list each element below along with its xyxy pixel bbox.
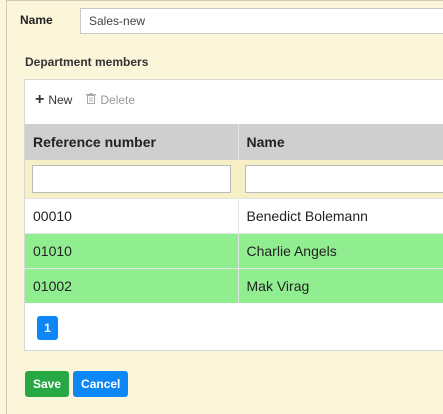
new-label: New <box>48 93 73 107</box>
name-filter-input[interactable] <box>245 165 443 193</box>
header-row: Reference number Name <box>25 124 443 160</box>
form-actions: Save Cancel <box>25 371 132 397</box>
reference-cell: 01002 <box>25 268 239 303</box>
column-header-name[interactable]: Name <box>238 124 443 160</box>
table-row[interactable]: 01002 Mak Virag <box>25 268 443 303</box>
name-cell: Charlie Angels <box>238 233 443 269</box>
delete-label: Delete <box>100 93 136 107</box>
delete-button[interactable]: Delete <box>86 93 135 107</box>
table-row[interactable]: 00010 Benedict Bolemann <box>25 198 443 234</box>
name-row: Name <box>20 8 443 34</box>
name-label: Name <box>20 13 53 27</box>
table-row[interactable]: 01010 Charlie Angels <box>25 233 443 269</box>
reference-cell: 01010 <box>25 233 239 269</box>
trash-icon <box>86 93 97 107</box>
filter-cell <box>25 160 238 199</box>
filter-cell <box>238 160 443 199</box>
save-button[interactable]: Save <box>25 371 70 397</box>
grid-toolbar: + New Delete <box>35 91 149 108</box>
form-panel: Name Department members + New <box>6 0 443 414</box>
members-grid: + New Delete Reference number Name 00010… <box>24 79 443 351</box>
filter-row <box>25 160 443 199</box>
name-cell: Mak Virag <box>238 268 443 303</box>
name-input[interactable] <box>80 8 443 34</box>
name-cell: Benedict Bolemann <box>238 198 443 234</box>
section-label: Department members <box>25 55 149 69</box>
members-table: Reference number Name 00010 Benedict Bol… <box>25 124 443 303</box>
reference-cell: 00010 <box>25 198 239 234</box>
reference-filter-input[interactable] <box>32 165 231 193</box>
plus-icon: + <box>35 91 45 108</box>
page-button-1[interactable]: 1 <box>37 316 58 340</box>
column-header-reference[interactable]: Reference number <box>25 124 239 160</box>
pager: 1 <box>37 316 58 340</box>
new-button[interactable]: + New <box>35 91 73 108</box>
cancel-button[interactable]: Cancel <box>73 371 129 397</box>
